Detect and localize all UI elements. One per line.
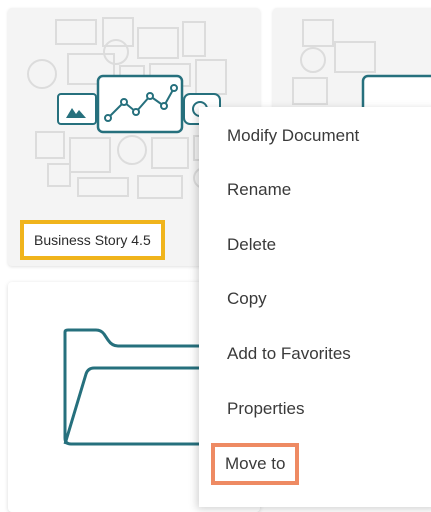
menu-item-add-to-favorites[interactable]: Add to Favorites	[227, 342, 351, 366]
line-chart-icon	[96, 74, 184, 134]
menu-item-delete[interactable]: Delete	[227, 233, 276, 257]
image-frame-icon	[57, 93, 97, 125]
story-title[interactable]: Business Story 4.5	[20, 220, 165, 260]
context-menu: Modify Document Rename Delete Copy Add t…	[199, 107, 431, 507]
menu-item-move-to[interactable]: Move to	[211, 443, 300, 485]
menu-item-modify-document[interactable]: Modify Document	[227, 124, 359, 148]
menu-item-properties[interactable]: Properties	[227, 397, 304, 421]
menu-item-rename[interactable]: Rename	[227, 178, 291, 202]
menu-item-copy[interactable]: Copy	[227, 287, 267, 311]
